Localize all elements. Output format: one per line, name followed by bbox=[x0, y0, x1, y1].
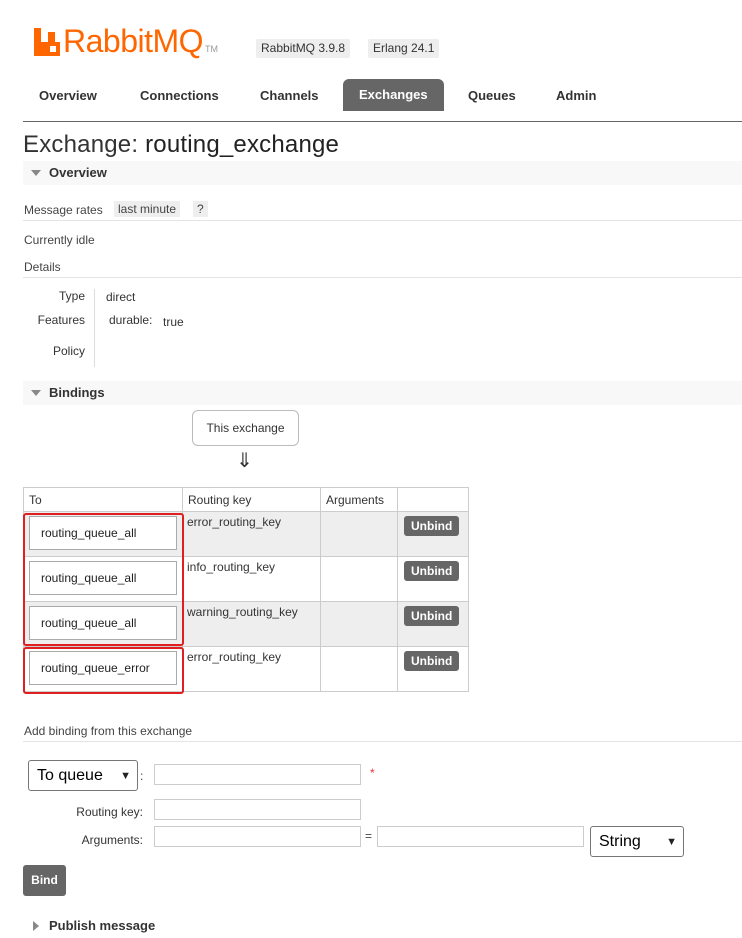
chevron-down-icon: ▼ bbox=[666, 835, 677, 848]
arguments-cell bbox=[320, 511, 398, 557]
logo-text: RabbitMQ bbox=[63, 23, 204, 59]
colon-separator: : bbox=[140, 769, 144, 783]
type-key: Type bbox=[58, 289, 85, 303]
logo-trademark: TM bbox=[205, 44, 219, 54]
unbind-button[interactable]: Unbind bbox=[404, 651, 460, 671]
tab-admin[interactable]: Admin bbox=[540, 80, 612, 111]
argument-key-input[interactable] bbox=[154, 826, 361, 847]
this-exchange-box: This exchange bbox=[192, 410, 299, 446]
collapse-down-icon bbox=[31, 390, 41, 396]
rabbitmq-logo-icon bbox=[34, 28, 60, 56]
column-header-routing-key: Routing key bbox=[182, 487, 321, 512]
idle-status: Currently idle bbox=[24, 233, 95, 247]
publish-message-section-header[interactable]: Publish message bbox=[23, 914, 742, 938]
tab-channels[interactable]: Channels bbox=[244, 80, 335, 111]
policy-key: Policy bbox=[52, 344, 85, 358]
argument-value-input[interactable] bbox=[377, 826, 584, 847]
rabbitmq-logo[interactable]: RabbitMQ TM bbox=[34, 20, 219, 59]
queue-link[interactable]: routing_queue_all bbox=[29, 606, 177, 640]
features-value: true bbox=[163, 315, 184, 329]
collapse-down-icon bbox=[31, 170, 41, 176]
equals-sign: = bbox=[365, 829, 373, 843]
features-key: Features bbox=[37, 313, 85, 327]
column-header-arguments: Arguments bbox=[320, 487, 398, 512]
routing-key-cell: error_routing_key bbox=[187, 650, 282, 664]
arguments-label: Arguments: bbox=[81, 833, 143, 847]
chevron-down-icon: ▼ bbox=[120, 769, 131, 782]
erlang-badge: Erlang 24.1 bbox=[368, 39, 440, 58]
arguments-cell bbox=[320, 646, 398, 692]
details-label: Details bbox=[24, 260, 61, 274]
tab-overview[interactable]: Overview bbox=[23, 80, 113, 111]
add-binding-header: Add binding from this exchange bbox=[24, 724, 193, 738]
destination-type-value: To queue bbox=[37, 766, 103, 784]
routing-key-cell: error_routing_key bbox=[187, 515, 282, 529]
unbind-button[interactable]: Unbind bbox=[404, 561, 460, 581]
divider bbox=[23, 277, 742, 278]
overview-section-header[interactable]: Overview bbox=[23, 161, 742, 185]
page-title-prefix: Exchange: bbox=[23, 131, 139, 158]
unbind-button[interactable]: Unbind bbox=[404, 516, 460, 536]
help-button[interactable]: ? bbox=[193, 201, 208, 217]
details-separator bbox=[94, 289, 95, 367]
publish-message-title: Publish message bbox=[49, 918, 156, 933]
queue-link[interactable]: routing_queue_all bbox=[29, 516, 177, 550]
table-row: routing_queue_all warning_routing_key Un… bbox=[23, 601, 469, 647]
routing-key-label: Routing key: bbox=[76, 805, 143, 819]
overview-section-title: Overview bbox=[49, 165, 107, 180]
expand-right-icon bbox=[33, 921, 39, 931]
features-name: durable: bbox=[109, 313, 153, 327]
argument-type-value: String bbox=[599, 832, 641, 850]
table-row: routing_queue_error error_routing_key Un… bbox=[23, 646, 469, 692]
table-header-row: To Routing key Arguments bbox=[23, 487, 469, 512]
divider bbox=[23, 220, 742, 221]
exchange-name: routing_exchange bbox=[145, 131, 340, 158]
required-asterisk: * bbox=[370, 766, 375, 780]
unbind-button[interactable]: Unbind bbox=[404, 606, 460, 626]
column-header-actions bbox=[397, 487, 469, 512]
destination-input[interactable] bbox=[154, 764, 361, 785]
page-title: Exchange: routing_exchange bbox=[23, 131, 339, 159]
arrow-down-icon: ⇓ bbox=[236, 450, 253, 472]
argument-type-select[interactable]: String ▼ bbox=[590, 826, 684, 857]
table-row: routing_queue_all info_routing_key Unbin… bbox=[23, 556, 469, 602]
routing-key-cell: info_routing_key bbox=[187, 560, 276, 574]
divider bbox=[23, 741, 742, 742]
routing-key-input[interactable] bbox=[154, 799, 361, 820]
bindings-table: To Routing key Arguments routing_queue_a… bbox=[23, 487, 469, 692]
message-rates-period-button[interactable]: last minute bbox=[114, 201, 181, 217]
arguments-cell bbox=[320, 601, 398, 647]
bindings-section-header[interactable]: Bindings bbox=[23, 381, 742, 405]
destination-type-select[interactable]: To queue ▼ bbox=[28, 760, 138, 791]
tab-queues[interactable]: Queues bbox=[452, 80, 532, 111]
type-value: direct bbox=[106, 290, 136, 304]
queue-link[interactable]: routing_queue_all bbox=[29, 561, 177, 595]
routing-key-cell: warning_routing_key bbox=[187, 605, 298, 619]
tab-connections[interactable]: Connections bbox=[124, 80, 235, 111]
column-header-to: To bbox=[23, 487, 183, 512]
version-badge: RabbitMQ 3.9.8 bbox=[256, 39, 351, 58]
bind-button[interactable]: Bind bbox=[23, 865, 66, 896]
main-nav-tabs: Overview Connections Channels Exchanges … bbox=[23, 79, 742, 122]
queue-link[interactable]: routing_queue_error bbox=[29, 651, 177, 685]
message-rates-label: Message rates bbox=[24, 203, 103, 217]
bindings-section-title: Bindings bbox=[49, 385, 105, 400]
tab-exchanges[interactable]: Exchanges bbox=[343, 79, 444, 111]
table-row: routing_queue_all error_routing_key Unbi… bbox=[23, 511, 469, 557]
arguments-cell bbox=[320, 556, 398, 602]
